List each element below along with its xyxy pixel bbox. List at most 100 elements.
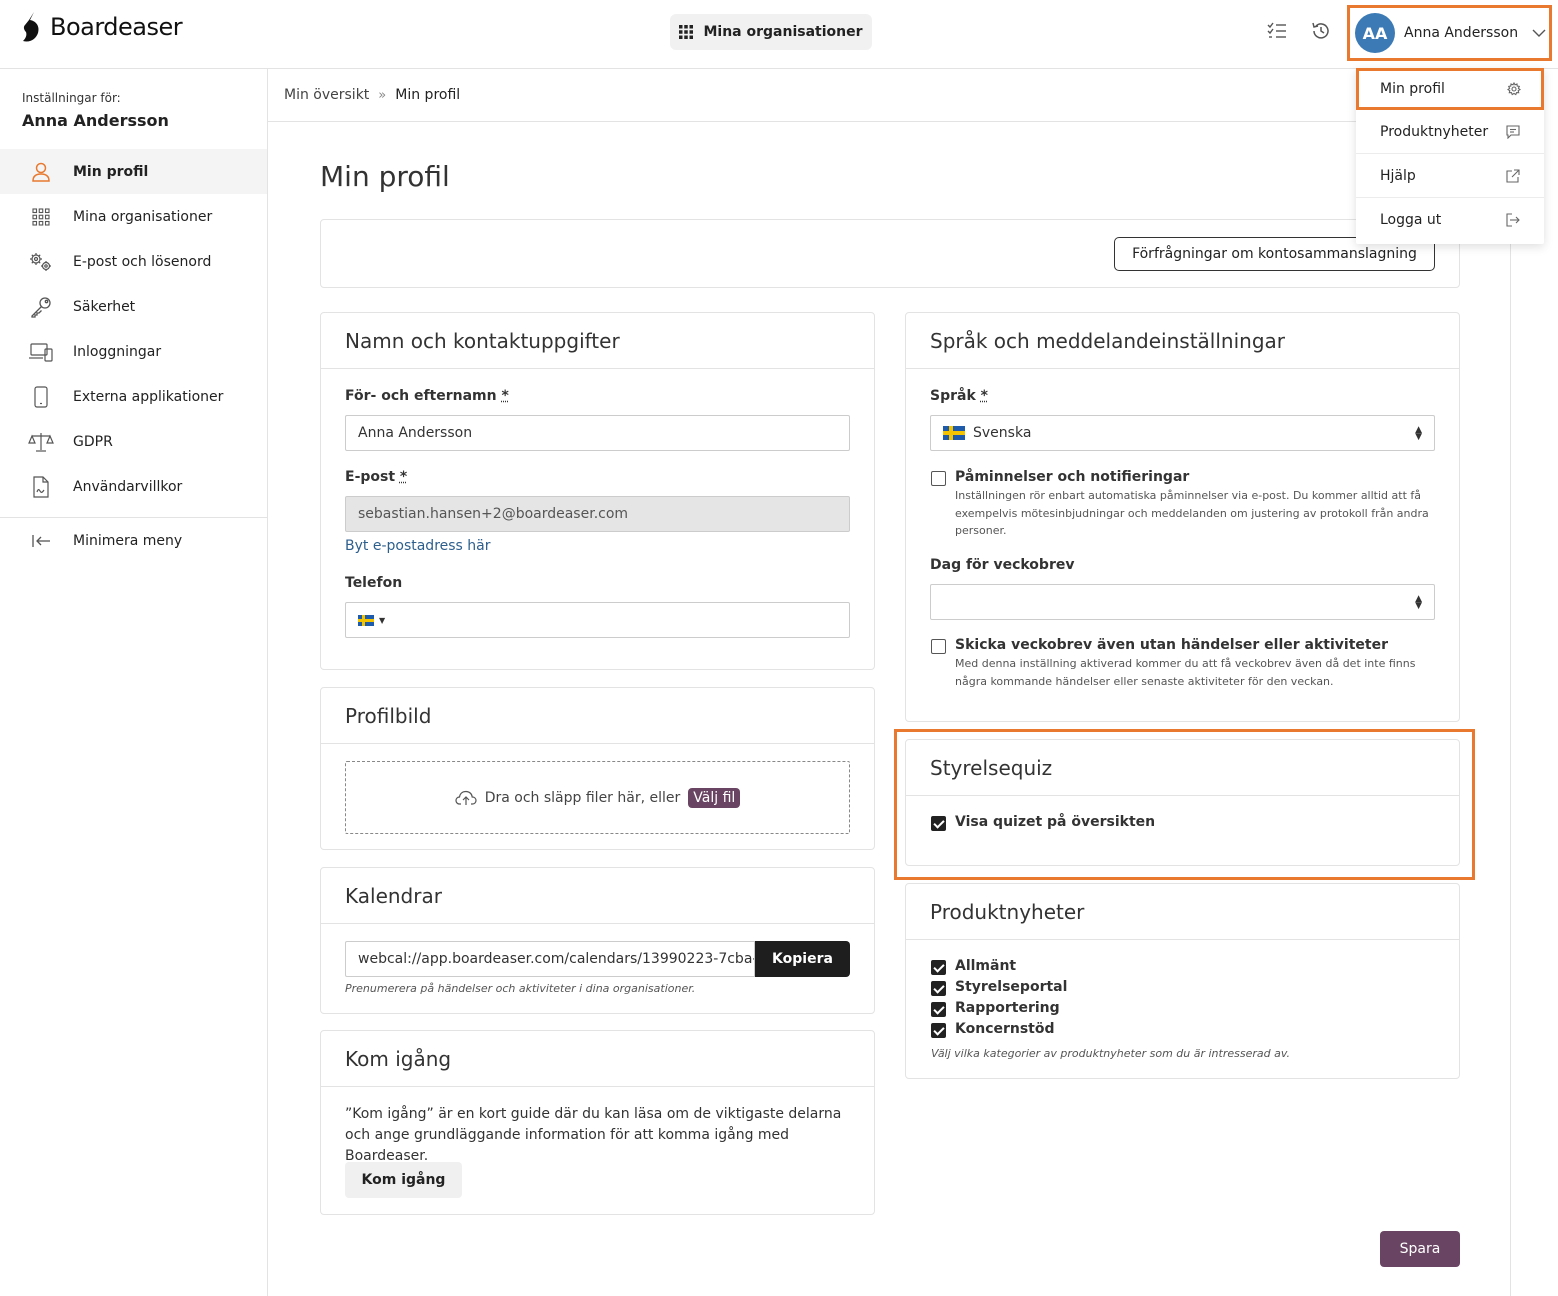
calendar-url-input[interactable]: webcal://app.boardeaser.com/calendars/13…: [345, 941, 755, 977]
weekly-day-select[interactable]: ▲ ▼: [930, 584, 1435, 620]
boardeaser-logo-icon: [23, 12, 39, 42]
grid-icon: [679, 25, 694, 39]
checklist-icon[interactable]: [1266, 20, 1288, 42]
profile-picture-card: Profilbild Dra och släpp filer här, elle…: [320, 687, 875, 850]
key-icon: [28, 294, 54, 320]
breadcrumb-current: Min profil: [395, 87, 461, 103]
contact-card-title: Namn och kontaktuppgifter: [321, 313, 874, 369]
gears-icon: [28, 249, 54, 275]
sidebar-item-label: Min profil: [73, 163, 149, 180]
weekly-always-checkbox[interactable]: [931, 639, 946, 654]
email-field: sebastian.hansen+2@boardeaser.com: [345, 496, 850, 532]
history-icon[interactable]: [1310, 20, 1332, 42]
required-mark: *: [399, 469, 408, 485]
news-category-checkbox[interactable]: [931, 1023, 946, 1038]
logout-icon: [1506, 213, 1520, 227]
user-dropdown-menu: Min profil Produktnyheter Hjälp Logga ut: [1356, 68, 1544, 244]
external-link-icon: [1506, 168, 1520, 183]
menu-item-logout[interactable]: Logga ut: [1356, 198, 1544, 242]
change-email-link[interactable]: Byt e-postadress här: [345, 538, 491, 554]
sidebar-item-my-organisations[interactable]: Mina organisationer: [0, 194, 267, 239]
menu-item-label: Produktnyheter: [1380, 123, 1489, 140]
sidebar-item-terms[interactable]: Användarvillkor: [0, 464, 267, 509]
name-label: För- och efternamn *: [345, 388, 509, 404]
reminders-help-text: Inställningen rör enbart automatiska påm…: [955, 489, 1429, 537]
minimize-menu-button[interactable]: Minimera meny: [0, 518, 267, 563]
dropzone-text: Dra och släpp filer här, eller: [484, 789, 681, 806]
sidebar-item-external-apps[interactable]: Externa applikationer: [0, 374, 267, 419]
news-category-checkbox[interactable]: [931, 960, 946, 975]
product-news-help-text: Välj vilka kategorier av produktnyheter …: [931, 1047, 1290, 1060]
phone-input[interactable]: ▼: [345, 602, 850, 638]
getting-started-title: Kom igång: [321, 1031, 874, 1087]
chevron-down-icon: [1532, 29, 1546, 37]
sidebar-item-label: E-post och lösenord: [73, 253, 212, 270]
getting-started-card: Kom igång ”Kom igång” är en kort guide d…: [320, 1030, 875, 1215]
settings-sidebar: Inställningar för: Anna Andersson Min pr…: [0, 69, 268, 1296]
select-arrows-icon: ▲ ▼: [1415, 425, 1422, 442]
breadcrumb-root-link[interactable]: Min översikt: [284, 87, 369, 103]
news-category-checkbox[interactable]: [931, 1002, 946, 1017]
contact-card: Namn och kontaktuppgifter För- och efter…: [320, 312, 875, 670]
required-mark: *: [501, 388, 509, 404]
calendars-title: Kalendrar: [321, 868, 874, 924]
caret-down-icon[interactable]: ▼: [379, 616, 385, 625]
scales-icon: [28, 429, 54, 455]
language-value: Svenska: [973, 425, 1032, 441]
language-label: Språk *: [930, 388, 988, 404]
news-category-checkbox[interactable]: [931, 981, 946, 996]
getting-started-button[interactable]: Kom igång: [345, 1162, 462, 1198]
sidebar-item-logins[interactable]: Inloggningar: [0, 329, 267, 374]
top-header: Boardeaser Mina organisationer AA Anna A…: [0, 0, 1558, 69]
logo-text: Boardeaser: [50, 13, 183, 41]
quiz-highlight-frame: [894, 729, 1475, 880]
menu-item-product-news[interactable]: Produktnyheter: [1356, 110, 1544, 154]
choose-file-button[interactable]: Välj fil: [688, 787, 741, 808]
settings-for-label: Inställningar för:: [22, 91, 121, 105]
user-menu-toggle[interactable]: AA Anna Andersson: [1347, 5, 1552, 61]
sweden-flag-icon[interactable]: [358, 614, 374, 626]
menu-item-label: Logga ut: [1380, 212, 1442, 228]
required-mark: *: [980, 388, 988, 404]
full-name-input[interactable]: Anna Andersson: [345, 415, 850, 451]
document-icon: [28, 474, 54, 500]
sidebar-item-label: GDPR: [73, 433, 113, 450]
breadcrumb: Min översikt » Min profil: [268, 69, 1511, 122]
account-merge-card: Förfrågningar om kontosammanslagning: [320, 219, 1460, 288]
copy-button[interactable]: Kopiera: [755, 941, 850, 977]
save-button[interactable]: Spara: [1380, 1231, 1460, 1267]
news-category-label: Koncernstöd: [955, 1021, 1055, 1037]
file-dropzone[interactable]: Dra och släpp filer här, eller Välj fil: [345, 761, 850, 834]
language-select[interactable]: Svenska ▲ ▼: [930, 415, 1435, 451]
reminders-checkbox[interactable]: [931, 471, 946, 486]
phone-icon: [28, 384, 54, 410]
avatar: AA: [1355, 13, 1395, 53]
news-category-label: Styrelseportal: [955, 979, 1068, 995]
menu-item-label: Hjälp: [1380, 167, 1416, 184]
cloud-upload-icon: [455, 790, 477, 805]
header-user-name: Anna Andersson: [1404, 25, 1519, 41]
product-news-card: Produktnyheter Allmänt Styrelseportal Ra…: [905, 883, 1460, 1079]
my-organisations-button[interactable]: Mina organisationer: [670, 14, 872, 50]
weekly-always-label: Skicka veckobrev även utan händelser ell…: [955, 637, 1388, 653]
sidebar-item-label: Inloggningar: [73, 343, 162, 360]
product-news-title: Produktnyheter: [906, 884, 1459, 940]
settings-user-name: Anna Andersson: [22, 111, 169, 130]
sidebar-item-label: Säkerhet: [73, 298, 136, 315]
email-label: E-post *: [345, 469, 408, 485]
sidebar-item-label: Externa applikationer: [73, 388, 224, 405]
calendar-help-text: Prenumerera på händelser och aktiviteter…: [345, 982, 696, 995]
reminders-label: Påminnelser och notifieringar: [955, 469, 1190, 485]
calendar-url-group: webcal://app.boardeaser.com/calendars/13…: [345, 941, 850, 977]
sidebar-item-security[interactable]: Säkerhet: [0, 284, 267, 329]
menu-item-my-profile[interactable]: Min profil: [1356, 68, 1544, 110]
sidebar-item-email-password[interactable]: E-post och lösenord: [0, 239, 267, 284]
sidebar-item-my-profile[interactable]: Min profil: [0, 149, 267, 194]
menu-item-help[interactable]: Hjälp: [1356, 154, 1544, 198]
sweden-flag-icon: [943, 426, 965, 440]
sidebar-item-gdpr[interactable]: GDPR: [0, 419, 267, 464]
menu-item-label: Min profil: [1380, 81, 1445, 97]
my-organisations-label: Mina organisationer: [703, 24, 863, 40]
phone-label: Telefon: [345, 575, 403, 591]
logo[interactable]: Boardeaser: [20, 10, 183, 44]
